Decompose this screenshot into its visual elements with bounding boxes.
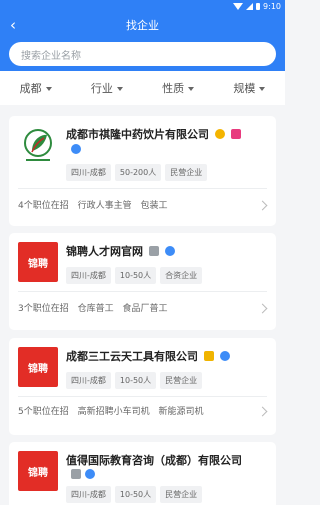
jobs-summary: 5个职位在招 高新招聘小车司机 新能源司机 (18, 404, 204, 417)
app-header: ‹ 找企业 (0, 12, 285, 38)
filter-industry-label: 行业 (90, 82, 113, 95)
company-name: 锦聘人才网官网 (66, 243, 175, 259)
jobs-count: 4个职位在招 (18, 201, 69, 211)
jobs-summary: 4个职位在招 行政人事主管 包装工 (18, 198, 168, 211)
chevron-down-icon (116, 86, 123, 91)
filter-scale-label: 规模 (233, 82, 256, 95)
company-tags: 四川-成都 10-50人 民营企业 (66, 486, 203, 503)
company-card[interactable]: 锦聘 值得国际教育咨询（成都）有限公司 四川-成都 10-50人 民营企业 (9, 442, 276, 505)
company-card[interactable]: 成都市祺隆中药饮片有限公司 四川-成都 50-200人 民营企业 4个职位在招 … (9, 116, 276, 226)
logo-text: 锦聘 (28, 258, 48, 270)
license-icon (148, 246, 159, 256)
page-title: 找企业 (126, 19, 159, 32)
search-area: 搜索企业名称 (0, 38, 285, 71)
company-tags: 四川-成都 50-200人 民营企业 (66, 164, 208, 181)
filter-nature[interactable]: 性质 (143, 71, 214, 105)
divider (18, 291, 267, 292)
verified-icon (71, 144, 81, 154)
company-card[interactable]: 锦聘 成都三工云天工具有限公司 四川-成都 10-50人 民营企业 5个职位在招… (9, 338, 276, 435)
chevron-right-icon (257, 200, 268, 211)
job-title: 行政人事主管 (77, 201, 132, 211)
company-name-text: 值得国际教育咨询（成都）有限公司 (66, 454, 242, 467)
jobs-count: 5个职位在招 (18, 407, 69, 417)
verified-badge-icon (230, 129, 241, 139)
divider (18, 188, 267, 189)
company-name-text: 锦聘人才网官网 (66, 245, 143, 258)
chevron-right-icon (257, 303, 268, 314)
crown-icon (214, 129, 225, 139)
company-name: 成都三工云天工具有限公司 (66, 348, 230, 364)
filter-city[interactable]: 成都 (0, 71, 71, 105)
tag-location: 四川-成都 (66, 164, 111, 181)
tag-location: 四川-成都 (66, 267, 111, 284)
filter-city-label: 成都 (19, 82, 42, 95)
search-input[interactable]: 搜索企业名称 (9, 42, 276, 66)
job-title: 包装工 (140, 201, 168, 211)
company-card[interactable]: 锦聘 锦聘人才网官网 四川-成都 10-50人 合资企业 3个职位在招 仓库普工… (9, 233, 276, 330)
company-name: 值得国际教育咨询（成都）有限公司 (66, 452, 242, 468)
tag-type: 民营企业 (160, 372, 203, 389)
verified-icon (219, 351, 230, 361)
job-title: 高新招聘小车司机 (77, 407, 150, 417)
logo-text: 锦聘 (28, 363, 48, 375)
logo-text: 锦聘 (28, 467, 48, 479)
chevron-right-icon (257, 406, 268, 417)
company-name-text: 成都三工云天工具有限公司 (66, 350, 198, 363)
status-time: 9:10 (263, 1, 281, 11)
company-logo: 锦聘 (18, 347, 58, 387)
job-title: 新能源司机 (158, 407, 204, 417)
chevron-down-icon (45, 86, 52, 91)
filter-nature-label: 性质 (162, 82, 185, 95)
company-logo: 锦聘 (18, 451, 58, 491)
tag-size: 10-50人 (114, 486, 157, 503)
tag-size: 10-50人 (114, 372, 157, 389)
license-icon (203, 351, 214, 361)
wifi-icon (233, 2, 244, 10)
company-logo: 锦聘 (18, 242, 58, 282)
filter-scale[interactable]: 规模 (214, 71, 285, 105)
company-name-text: 成都市祺隆中药饮片有限公司 (66, 128, 209, 141)
license-icon (71, 469, 81, 479)
job-title: 食品厂普工 (122, 304, 168, 314)
divider (18, 396, 267, 397)
company-tags: 四川-成都 10-50人 合资企业 (66, 267, 203, 284)
search-placeholder: 搜索企业名称 (21, 50, 81, 62)
signal-icon (246, 2, 254, 10)
company-tags: 四川-成都 10-50人 民营企业 (66, 372, 203, 389)
leaf-logo-icon (24, 129, 52, 161)
company-logo (18, 125, 58, 165)
chevron-down-icon (188, 86, 195, 91)
chevron-down-icon (259, 86, 266, 91)
tag-type: 合资企业 (160, 267, 203, 284)
tag-location: 四川-成都 (66, 486, 111, 503)
company-name: 成都市祺隆中药饮片有限公司 (66, 126, 241, 142)
tag-size: 10-50人 (114, 267, 157, 284)
verified-icon (85, 469, 95, 479)
tag-location: 四川-成都 (66, 372, 111, 389)
filter-bar: 成都 行业 性质 规模 (0, 71, 285, 105)
job-title: 仓库普工 (77, 304, 114, 314)
battery-icon (256, 2, 261, 10)
tag-type: 民营企业 (160, 486, 203, 503)
tag-size: 50-200人 (114, 164, 162, 181)
jobs-count: 3个职位在招 (18, 304, 69, 314)
status-icons: 9:10 (233, 0, 281, 12)
jobs-summary: 3个职位在招 仓库普工 食品厂普工 (18, 301, 168, 314)
verified-icon (164, 246, 175, 256)
status-bar: 9:10 (0, 0, 285, 12)
filter-industry[interactable]: 行业 (71, 71, 142, 105)
tag-type: 民营企业 (165, 164, 208, 181)
